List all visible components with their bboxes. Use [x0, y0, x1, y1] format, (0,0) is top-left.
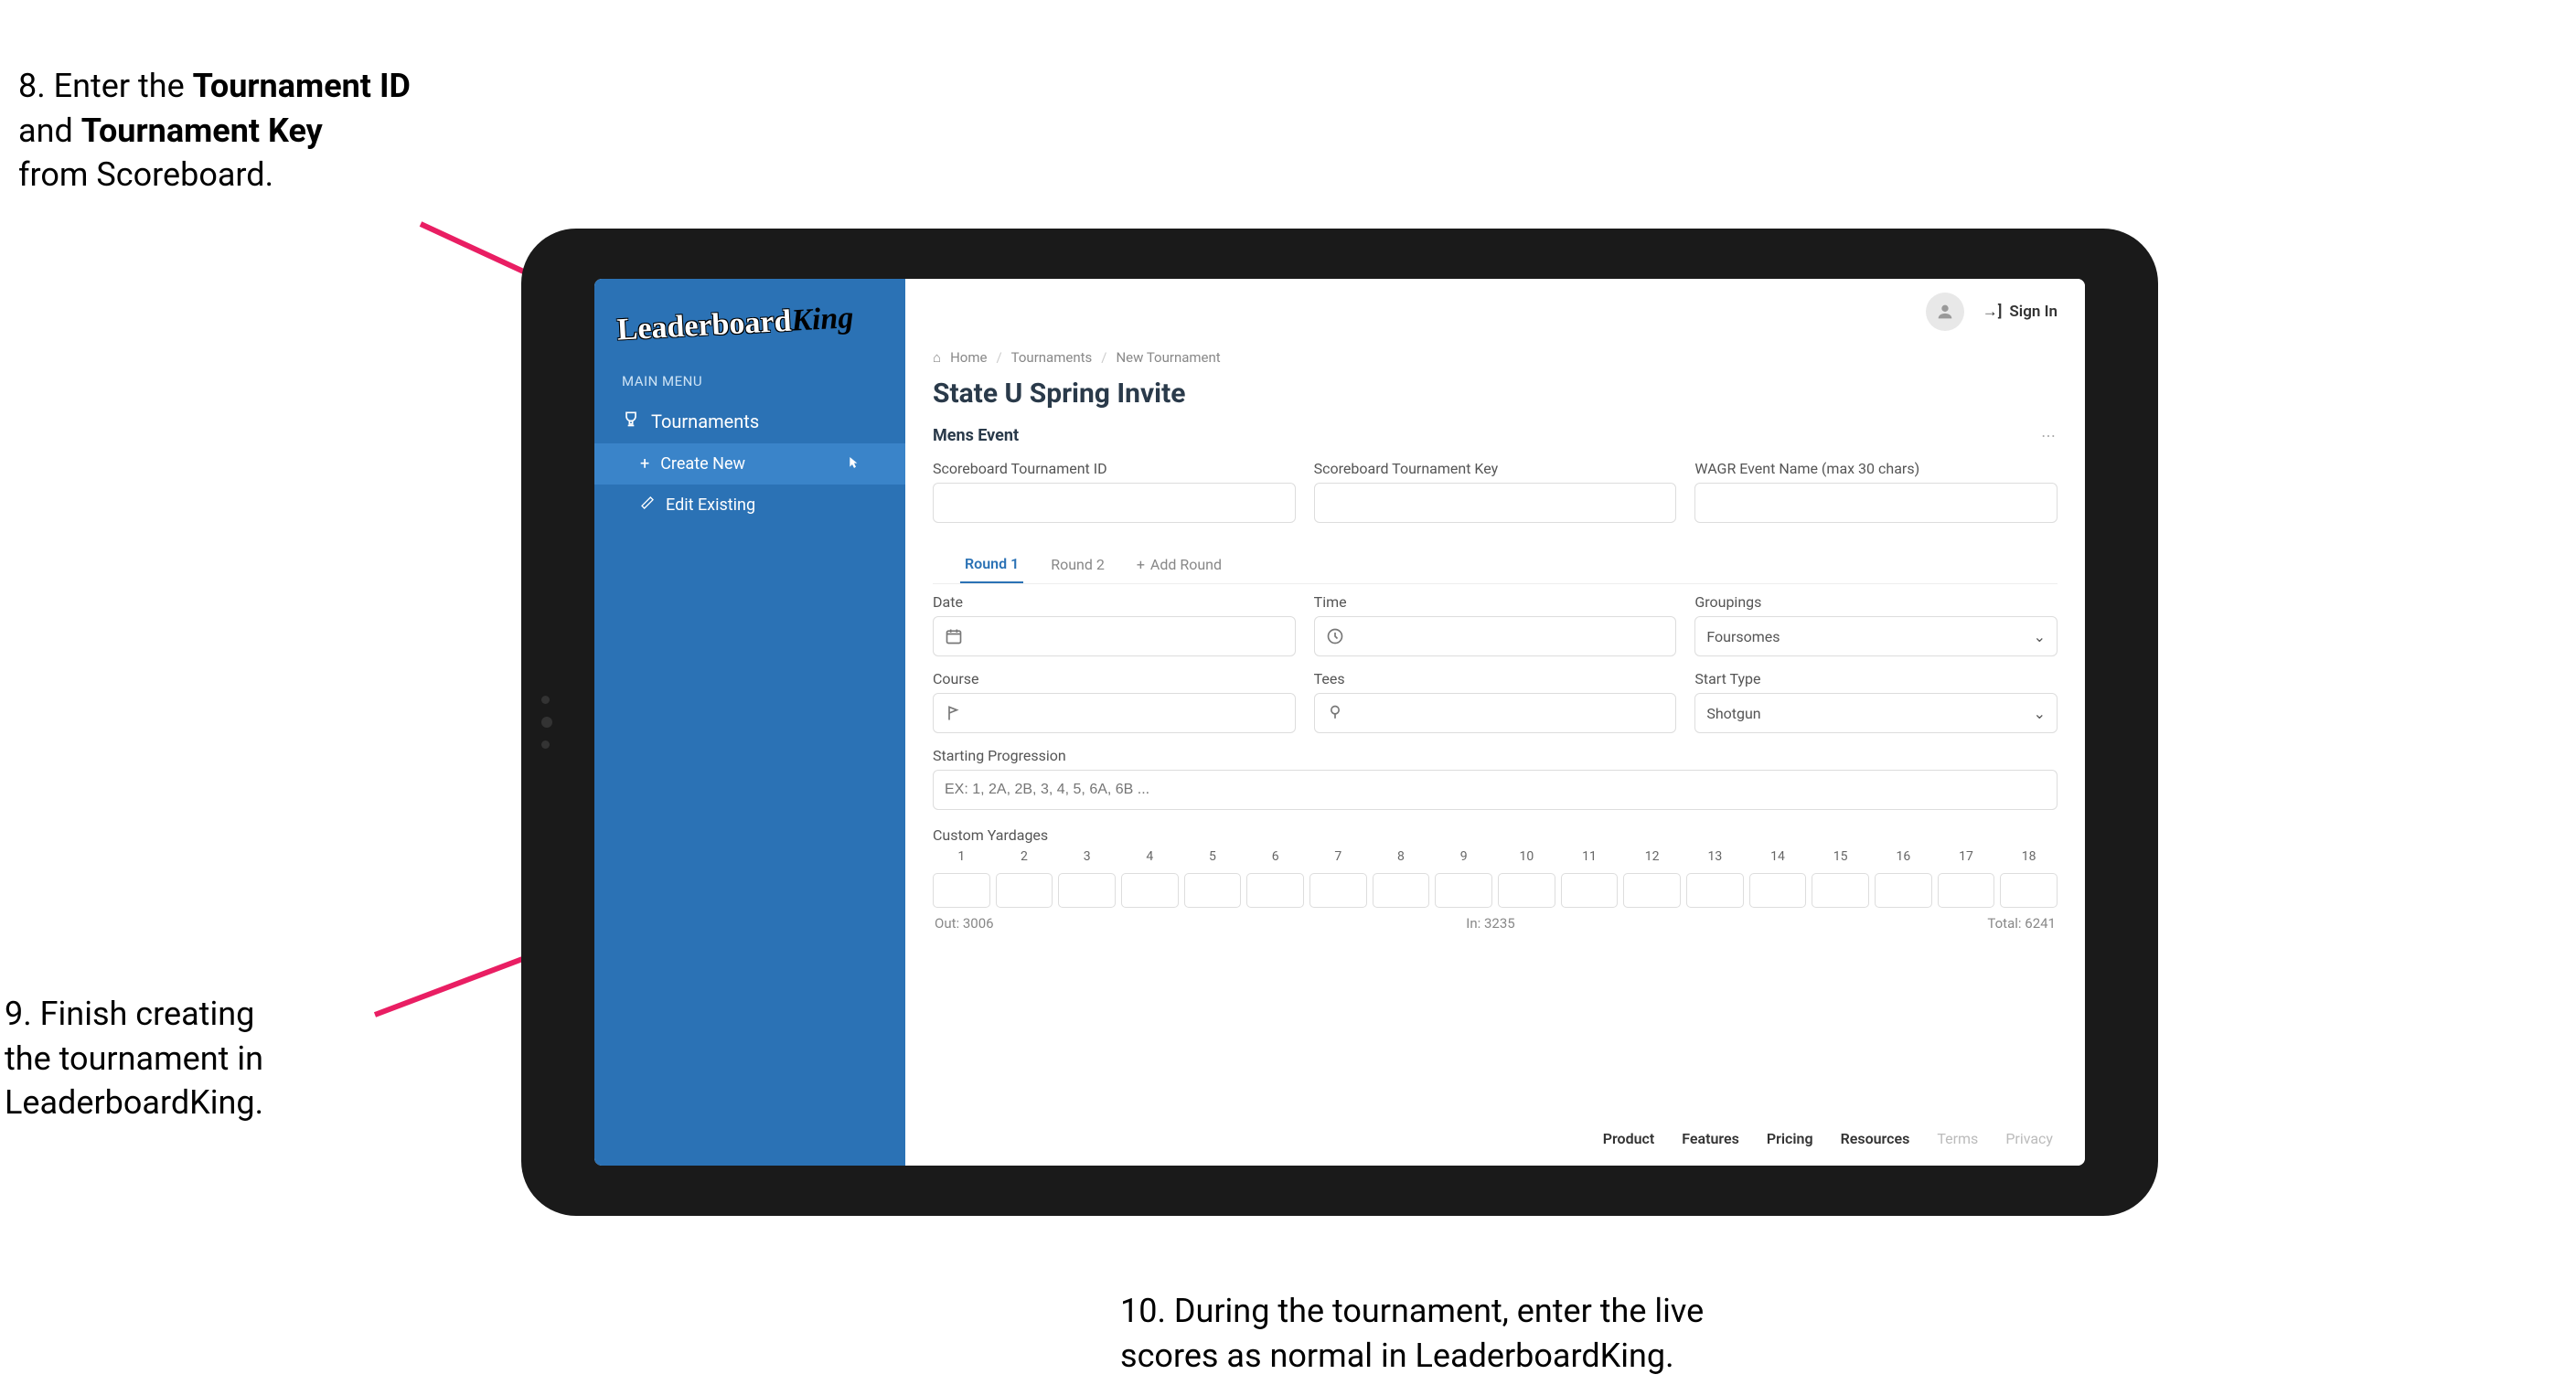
yardage-input[interactable]	[1561, 873, 1619, 908]
topbar: →] Sign In	[905, 279, 2085, 345]
yardage-input[interactable]	[1435, 873, 1492, 908]
label-groupings: Groupings	[1694, 593, 2058, 611]
breadcrumb: ⌂ Home / Tournaments / New Tournament	[905, 345, 2085, 370]
label-date: Date	[933, 593, 1296, 611]
yardage-input[interactable]	[1686, 873, 1744, 908]
yardage-input[interactable]	[1373, 873, 1430, 908]
sidebar-item-label: Tournaments	[651, 410, 759, 432]
cursor-icon	[845, 455, 860, 474]
yardage-totals: Out: 3006 In: 3235 Total: 6241	[933, 908, 2058, 939]
footer-product[interactable]: Product	[1603, 1130, 1655, 1147]
annotation-step-8: 8. Enter the Tournament ID and Tournamen…	[18, 64, 411, 197]
yardage-input[interactable]	[1938, 873, 1995, 908]
footer-features[interactable]: Features	[1682, 1130, 1739, 1147]
plus-icon: +	[1137, 556, 1145, 573]
add-round-button[interactable]: + Add Round	[1132, 547, 1226, 582]
sidebar-item-tournaments[interactable]: Tournaments	[594, 399, 905, 443]
course-input[interactable]	[933, 693, 1296, 733]
annotation-step-9: 9. Finish creating the tournament in Lea…	[5, 992, 263, 1125]
signin-icon: →]	[1983, 303, 2003, 321]
scoreboard-key-input[interactable]	[1314, 483, 1677, 523]
label-wagr: WAGR Event Name (max 30 chars)	[1694, 460, 2058, 477]
footer-terms[interactable]: Terms	[1937, 1130, 1978, 1147]
signin-button[interactable]: →] Sign In	[1983, 303, 2058, 321]
round-tabs: Round 1 Round 2 + Add Round	[933, 532, 2058, 584]
groupings-select[interactable]: Foursomes ⌄	[1694, 616, 2058, 656]
breadcrumb-new: New Tournament	[1116, 349, 1220, 366]
yardage-input[interactable]	[1184, 873, 1242, 908]
label-custom-yardages: Custom Yardages	[933, 826, 2058, 844]
sidebar: LeaderboardKing MAIN MENU Tournaments + …	[594, 279, 905, 1166]
flag-icon	[945, 704, 963, 722]
sidebar-item-label: Edit Existing	[666, 495, 755, 515]
avatar[interactable]	[1926, 293, 1964, 331]
yardage-input[interactable]	[1121, 873, 1179, 908]
main-content: →] Sign In ⌂ Home / Tournaments / New To…	[905, 279, 2085, 1166]
label-time: Time	[1314, 593, 1677, 611]
yardage-header: 1 2 3 4 5 6 7 8 9 10 11 12 13 14 15 16 1	[933, 849, 2058, 868]
tee-icon	[1326, 704, 1344, 722]
plus-icon: +	[640, 454, 649, 474]
annotation-step-10: 10. During the tournament, enter the liv…	[1120, 1289, 1704, 1378]
label-tees: Tees	[1314, 670, 1677, 687]
yardage-input[interactable]	[1623, 873, 1681, 908]
yardage-inputs	[933, 873, 2058, 908]
logo: LeaderboardKing	[594, 289, 907, 372]
start-type-select[interactable]: Shotgun ⌄	[1694, 693, 2058, 733]
date-input[interactable]	[933, 616, 1296, 656]
label-start-type: Start Type	[1694, 670, 2058, 687]
tablet-frame: LeaderboardKing MAIN MENU Tournaments + …	[521, 229, 2158, 1216]
sidebar-item-create-new[interactable]: + Create New	[594, 443, 905, 485]
yardage-input[interactable]	[1246, 873, 1304, 908]
tab-round-2[interactable]: Round 2	[1046, 547, 1109, 582]
trophy-icon	[622, 410, 640, 432]
page-title: State U Spring Invite	[905, 370, 2085, 421]
clock-icon	[1326, 627, 1344, 645]
tab-round-1[interactable]: Round 1	[960, 546, 1023, 583]
starting-progression-input[interactable]	[933, 770, 2058, 810]
breadcrumb-home[interactable]: Home	[950, 349, 987, 366]
chevron-down-icon: ⌄	[2034, 705, 2046, 722]
yardage-input[interactable]	[1749, 873, 1807, 908]
label-course: Course	[933, 670, 1296, 687]
time-input[interactable]	[1314, 616, 1677, 656]
more-icon[interactable]: ⋯	[2041, 427, 2058, 444]
tablet-camera	[541, 696, 552, 749]
yardage-input[interactable]	[1498, 873, 1555, 908]
yardage-input[interactable]	[1058, 873, 1116, 908]
tees-input[interactable]	[1314, 693, 1677, 733]
yardage-input[interactable]	[996, 873, 1053, 908]
chevron-down-icon: ⌄	[2034, 628, 2046, 645]
label-sb-key: Scoreboard Tournament Key	[1314, 460, 1677, 477]
scoreboard-id-input[interactable]	[933, 483, 1296, 523]
yardage-input[interactable]	[1812, 873, 1869, 908]
calendar-icon	[945, 627, 963, 645]
event-title: Mens Event	[933, 426, 1019, 445]
footer-resources[interactable]: Resources	[1841, 1130, 1910, 1147]
yardage-input[interactable]	[933, 873, 990, 908]
footer-pricing[interactable]: Pricing	[1767, 1130, 1813, 1147]
tablet-screen: LeaderboardKing MAIN MENU Tournaments + …	[594, 279, 2085, 1166]
yardage-input[interactable]	[1875, 873, 1932, 908]
user-icon	[1935, 302, 1955, 322]
sidebar-item-label: Create New	[660, 454, 745, 474]
wagr-name-input[interactable]	[1694, 483, 2058, 523]
yardage-input[interactable]	[1309, 873, 1367, 908]
sidebar-item-edit-existing[interactable]: Edit Existing	[594, 485, 905, 526]
yardage-input[interactable]	[2000, 873, 2058, 908]
breadcrumb-tournaments[interactable]: Tournaments	[1011, 349, 1093, 366]
footer-privacy[interactable]: Privacy	[2005, 1130, 2053, 1147]
home-icon: ⌂	[933, 349, 941, 366]
edit-icon	[640, 495, 655, 515]
label-sb-id: Scoreboard Tournament ID	[933, 460, 1296, 477]
label-starting-prog: Starting Progression	[933, 747, 2058, 764]
footer: Product Features Pricing Resources Terms…	[905, 1112, 2085, 1166]
